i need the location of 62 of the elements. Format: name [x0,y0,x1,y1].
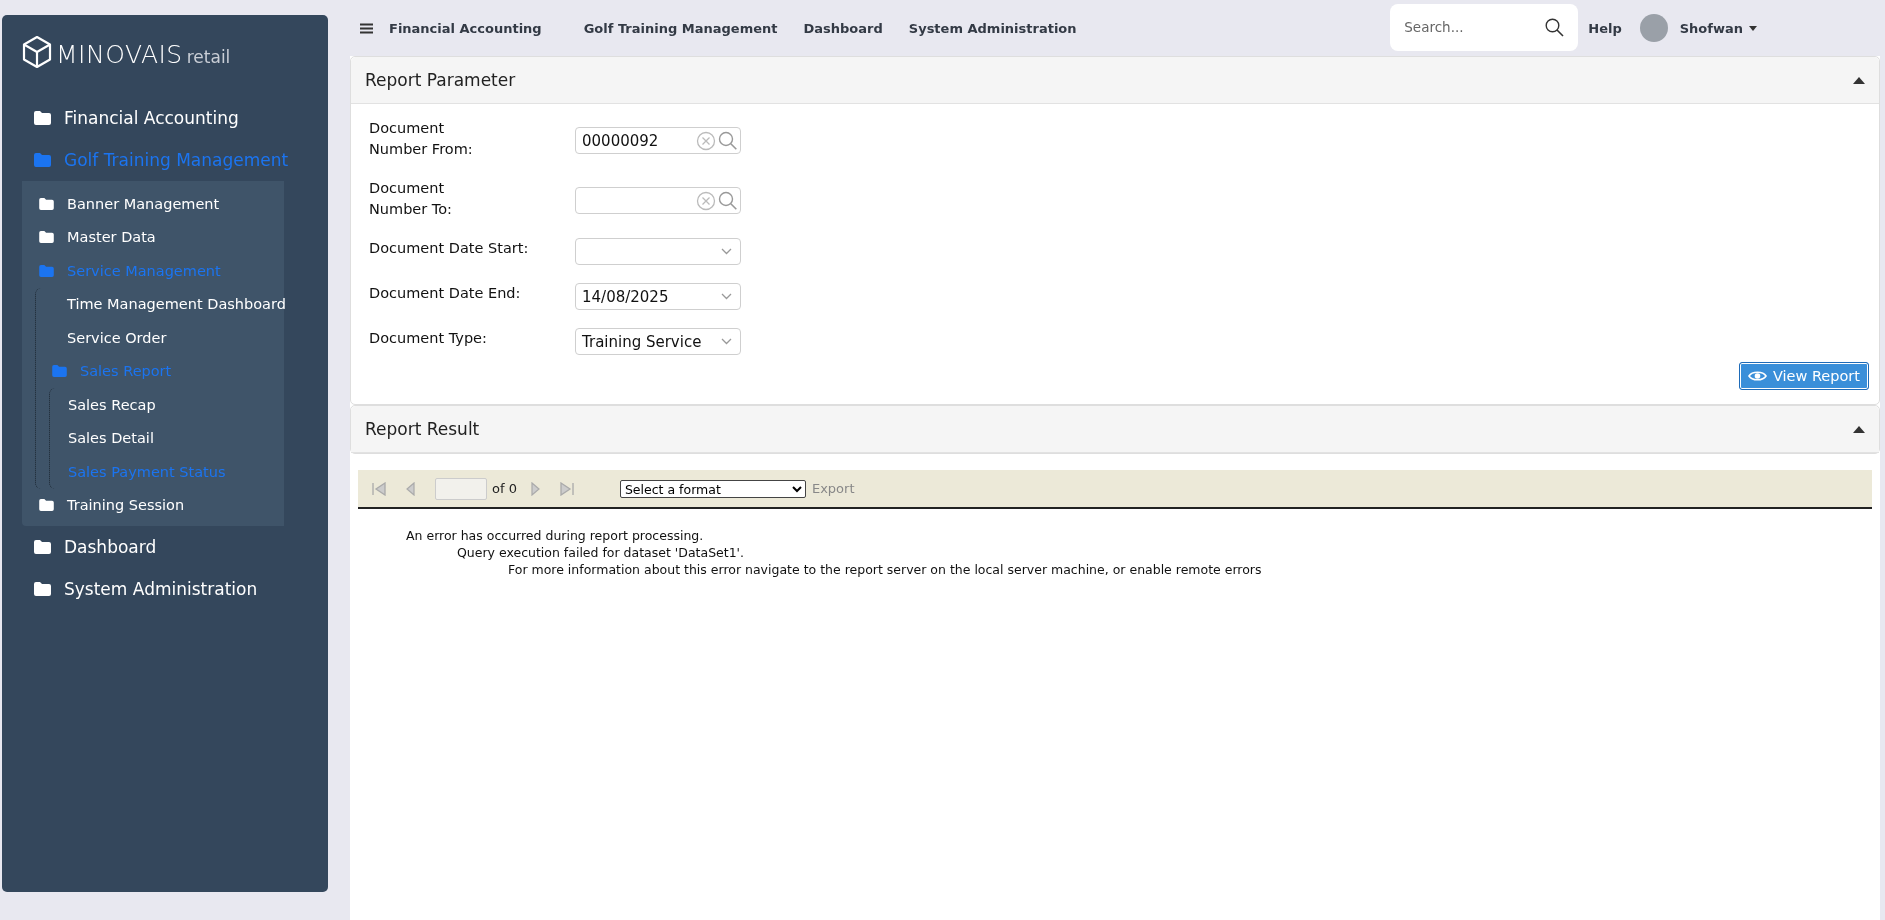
sidebar-item[interactable]: Sales Recap [50,388,284,422]
logo-brand: MINOVAIS [56,40,183,69]
lookup-field[interactable]: 00000092 [575,127,741,154]
format-dropdown[interactable]: Select a format [619,479,806,498]
field-label: Document Type: [369,329,488,348]
page-number-field[interactable] [435,477,487,500]
chevron-down-icon[interactable] [721,248,732,255]
help-link[interactable]: Help [1588,20,1622,36]
clear-icon[interactable] [696,130,716,151]
search-icon[interactable] [1545,17,1565,37]
first-page-icon[interactable] [372,481,386,496]
folder-icon [39,231,54,244]
folder-icon [34,582,51,596]
dropdown[interactable]: Training Service [575,328,741,355]
field-label: Document Number To: [369,179,453,219]
folder-icon [52,365,67,378]
previous-page-icon[interactable] [406,481,415,496]
chevron-down-icon[interactable] [721,338,732,345]
error-message: For more information about this error navigate to the report server on the local server machine, or enable remote errors [507,561,1263,578]
date-field[interactable] [575,238,741,265]
next-page-icon[interactable] [530,481,540,496]
sidebar-item[interactable]: Banner Management [35,187,284,221]
collapse-caret-icon[interactable] [1853,76,1865,84]
nav-link[interactable]: Dashboard [803,20,883,36]
chevron-down-icon[interactable] [721,293,732,300]
lookup-field[interactable] [575,187,741,214]
error-message: Query execution failed for dataset 'DataSet1'. [456,544,746,561]
nav-link[interactable]: Golf Training Management [583,20,778,36]
folder-icon [34,540,51,554]
logo-suffix: retail [186,47,231,69]
caret-icon [1749,25,1757,31]
sidebar-item[interactable]: Service Order [36,321,284,355]
sidebar-item[interactable]: Sales Detail [50,421,284,455]
folder-icon [34,111,51,125]
error-message: An error has occurred during report processing. [406,527,705,544]
cube-logo-icon [22,35,52,69]
panel-title: Report Parameter [365,70,516,90]
eye-icon [1747,370,1767,382]
field-label: Document Date Start: [369,239,530,258]
sidebar-item[interactable]: Training Session [35,488,284,522]
menu-icon[interactable] [360,22,373,34]
sidebar-item[interactable]: Master Data [35,220,284,254]
folder-icon [39,499,54,512]
folder-icon [39,197,54,210]
sidebar-item[interactable]: Dashboard [2,526,328,568]
field-label: Document Number From: [369,119,474,159]
field-label: Document Date End: [369,284,522,303]
last-page-icon[interactable] [559,481,574,496]
panel-title: Report Result [365,419,480,439]
folder-icon [39,264,54,277]
sidebar-item[interactable]: System Administration [2,568,328,610]
folder-icon [34,153,51,167]
sidebar-item[interactable]: Time Management Dashboard [36,287,284,321]
user-menu[interactable]: Shofwan [1679,20,1757,36]
collapse-caret-icon[interactable] [1853,425,1865,433]
avatar[interactable] [1639,14,1668,42]
nav-link[interactable]: System Administration [908,20,1077,36]
sidebar-item[interactable]: Financial Accounting [2,97,328,139]
page-count: of 0 [492,481,517,496]
nav-link[interactable]: Financial Accounting [389,20,542,36]
clear-icon[interactable] [696,190,716,211]
date-field[interactable]: 14/08/2025 [575,283,741,310]
